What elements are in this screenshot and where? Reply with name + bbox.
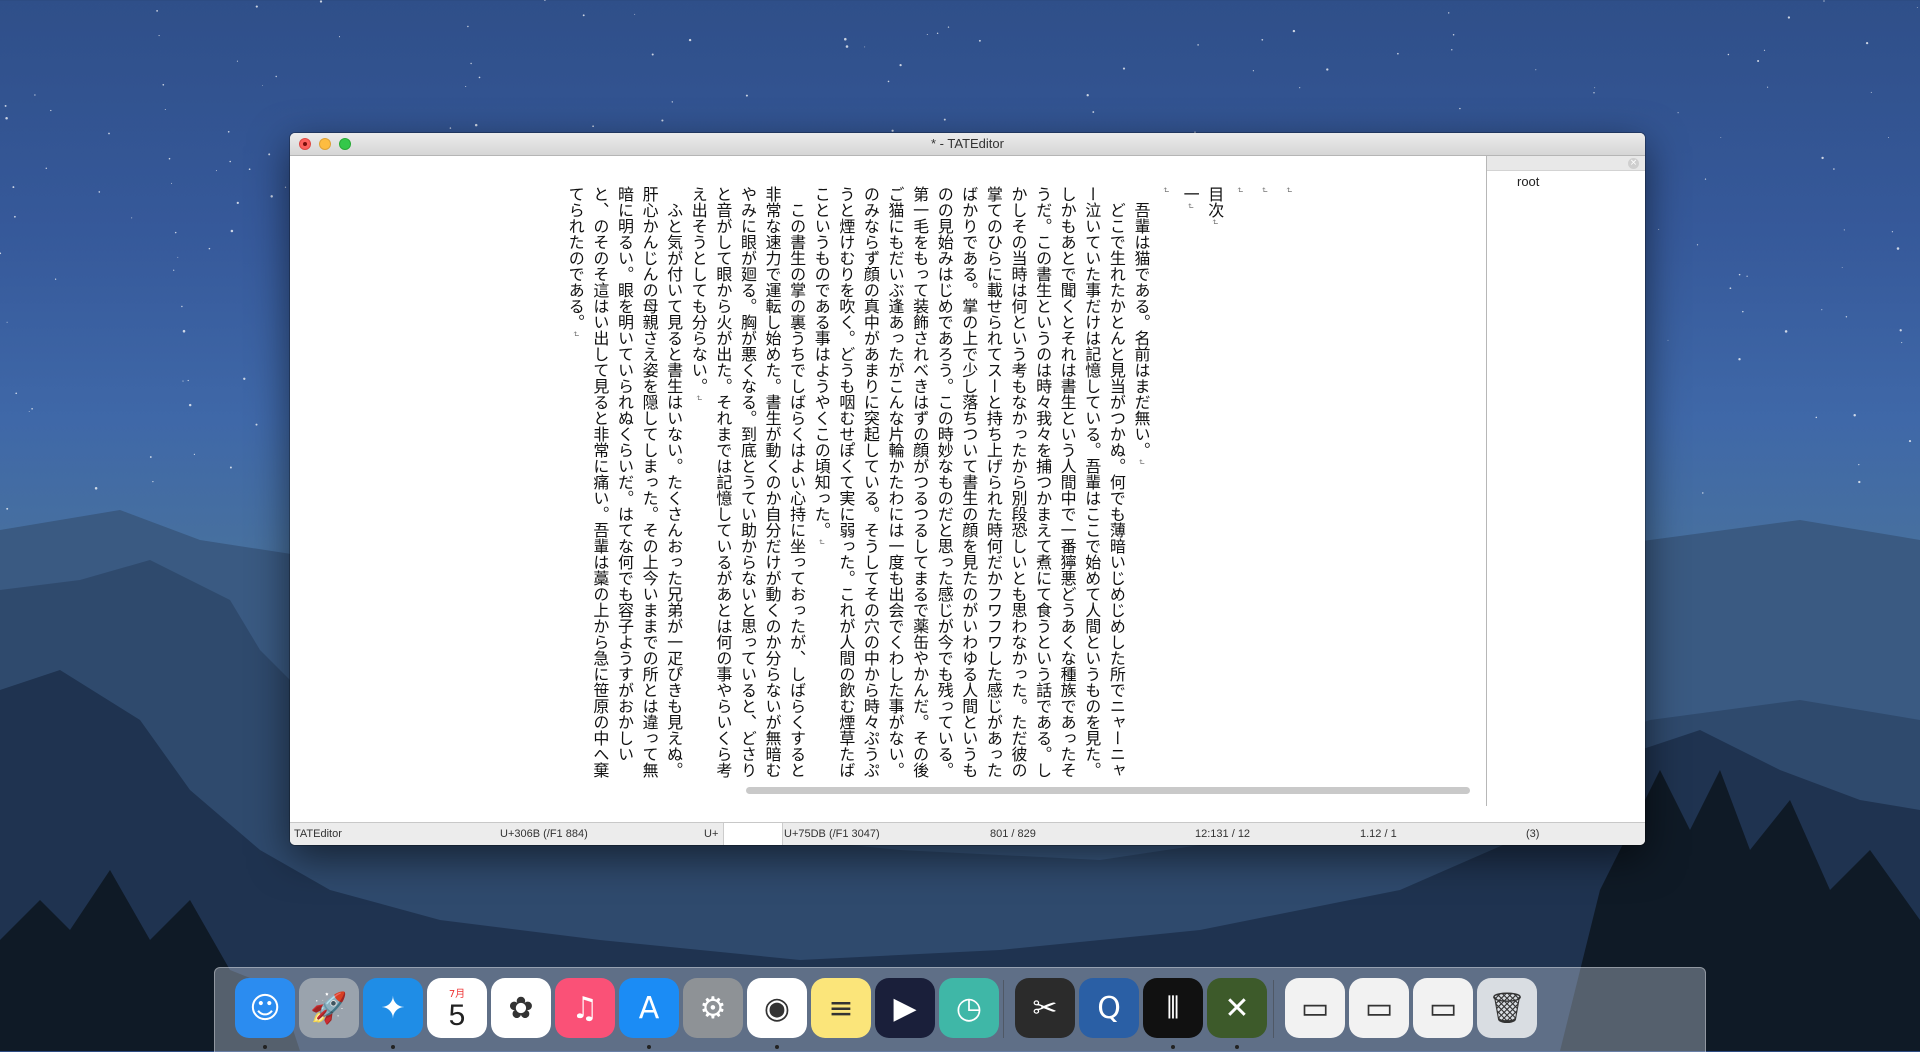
stripes-app-icon[interactable]: ⦀: [1143, 978, 1203, 1038]
calendar-icon[interactable]: 7月 5: [427, 978, 487, 1038]
safari-icon[interactable]: ✦: [363, 978, 423, 1038]
window-thumbnail-3-icon[interactable]: ▭: [1413, 978, 1473, 1038]
launchpad-icon[interactable]: 🚀: [299, 978, 359, 1038]
photos-icon[interactable]: ✿: [491, 978, 551, 1038]
running-indicator: [391, 1045, 395, 1049]
window-thumbnail-1-icon[interactable]: ▭: [1285, 978, 1345, 1038]
editor-line[interactable]: この書生の掌の裏うちでしばらくはよい心持に坐っておったが、しばらくすると非常な速…: [685, 186, 808, 786]
vertical-text-editor[interactable]: 目次一 吾輩は猫である。名前はまだ無い。 どこで生れたかとんと見当がつかぬ。何で…: [290, 156, 1487, 806]
editor-line[interactable]: [1226, 186, 1251, 786]
editor-line[interactable]: [1275, 186, 1300, 786]
status-char-code-left: U+306B (/F1 884): [500, 828, 588, 840]
sidebar-close-icon[interactable]: ×: [1628, 158, 1639, 169]
system-preferences-icon[interactable]: ⚙: [683, 978, 743, 1038]
status-char-count: 801 / 829: [990, 828, 1036, 840]
running-indicator: [647, 1045, 651, 1049]
trash-icon[interactable]: 🗑: [1477, 978, 1537, 1038]
window-thumbnail-2-icon[interactable]: ▭: [1349, 978, 1409, 1038]
chrome-icon[interactable]: ◉: [747, 978, 807, 1038]
dock: ☺ 🚀 ✦ 7月 5 ✿ ♫ A ⚙ ◉ ≡ ▶ ◷ ✂ Q ⦀ ✕ ▭ ▭ ▭ 🗑: [214, 967, 1706, 1052]
char-code-input[interactable]: [723, 823, 783, 845]
video-player-icon[interactable]: ▶: [875, 978, 935, 1038]
tateditor-icon[interactable]: ✕: [1207, 978, 1267, 1038]
app-store-icon[interactable]: A: [619, 978, 679, 1038]
title-bar[interactable]: * - TATEditor: [290, 133, 1645, 156]
running-indicator: [775, 1045, 779, 1049]
editor-line[interactable]: [1251, 186, 1276, 786]
running-indicator: [1235, 1045, 1239, 1049]
running-indicator: [1171, 1045, 1175, 1049]
editor-line[interactable]: 吾輩は猫である。名前はまだ無い。: [1128, 186, 1153, 786]
calendar-month: 7月: [448, 988, 466, 1000]
status-app-name: TATEditor: [294, 828, 342, 840]
dock-separator: [1003, 980, 1004, 1038]
editor-line[interactable]: ふと気が付いて見ると書生はいない。たくさんおった兄弟が一疋ぴきも見えぬ。肝心かん…: [562, 186, 685, 786]
editor-line[interactable]: [1152, 186, 1177, 786]
running-indicator: [263, 1045, 267, 1049]
editor-line[interactable]: 一: [1177, 186, 1202, 786]
horizontal-scrollbar[interactable]: [746, 787, 1470, 794]
outline-tree-root[interactable]: root: [1517, 174, 1539, 189]
status-bar: TATEditor U+306B (/F1 884) U+ U+75DB (/F…: [290, 822, 1645, 845]
editor-text-body[interactable]: 目次一 吾輩は猫である。名前はまだ無い。 どこで生れたかとんと見当がつかぬ。何で…: [562, 186, 1300, 786]
tateditor-window: * - TATEditor 目次一 吾輩は猫である。名前はまだ無い。 どこで生れ…: [290, 133, 1645, 845]
editor-line[interactable]: 目次: [1202, 186, 1227, 786]
status-input-prefix: U+: [704, 828, 719, 840]
calendar-day: 5: [448, 998, 466, 1032]
final-cut-icon[interactable]: ✂: [1015, 978, 1075, 1038]
status-page: 1.12 / 1: [1360, 828, 1397, 840]
status-position: 12:131 / 12: [1195, 828, 1251, 840]
status-extra: (3): [1526, 828, 1540, 840]
quicktime-icon[interactable]: Q: [1079, 978, 1139, 1038]
outline-sidebar: × root: [1487, 156, 1645, 806]
notes-icon[interactable]: ≡: [811, 978, 871, 1038]
status-char-code-right: U+75DB (/F1 3047): [784, 828, 880, 840]
time-machine-icon[interactable]: ◷: [939, 978, 999, 1038]
finder-icon[interactable]: ☺: [235, 978, 295, 1038]
sidebar-header: ×: [1487, 156, 1645, 171]
editor-line[interactable]: どこで生れたかとんと見当がつかぬ。何でも薄暗いじめじめした所でニャーニャー泣いて…: [808, 186, 1128, 786]
window-title: * - TATEditor: [931, 136, 1004, 151]
music-icon[interactable]: ♫: [555, 978, 615, 1038]
dock-separator: [1273, 980, 1274, 1038]
